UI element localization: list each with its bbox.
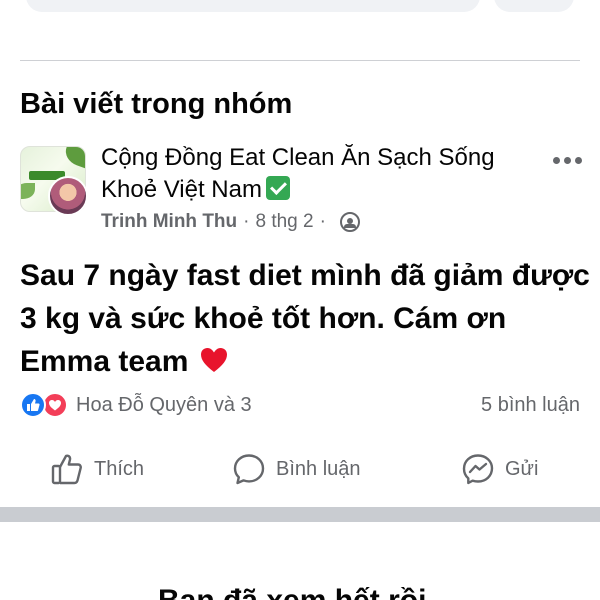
- divider: [20, 60, 580, 61]
- post-body: Sau 7 ngày fast diet mình đã giảm được 3…: [20, 254, 590, 383]
- like-button[interactable]: Thích: [50, 446, 144, 492]
- meta-separator: ·: [319, 211, 326, 232]
- post-body-text: Sau 7 ngày fast diet mình đã giảm được 3…: [20, 259, 590, 378]
- check-mark-icon: [265, 176, 290, 200]
- messenger-icon: [462, 454, 494, 485]
- more-options-icon[interactable]: [550, 150, 584, 170]
- next-section-title: Bạn đã xem hết rồi: [158, 584, 426, 600]
- meta-separator: ·: [243, 211, 250, 232]
- top-input-pill[interactable]: [26, 0, 480, 12]
- top-button-pill[interactable]: [494, 0, 574, 12]
- send-button[interactable]: Gửi: [461, 446, 538, 492]
- leaf-decoration: [62, 147, 85, 169]
- like-label: Thích: [94, 457, 145, 480]
- post-date[interactable]: 8 thg 2: [255, 211, 313, 233]
- reactions-summary[interactable]: Hoa Đỗ Quyên và 3: [20, 392, 252, 418]
- thumbs-up-icon: [51, 454, 82, 485]
- section-separator-band: [0, 507, 600, 522]
- comment-bubble-icon: [233, 454, 265, 485]
- group-name: Cộng Đồng Eat Clean Ăn Sạch Sống Khoẻ Vi…: [101, 144, 495, 203]
- comment-count[interactable]: 5 bình luận: [481, 394, 580, 417]
- section-title: Bài viết trong nhóm: [20, 88, 293, 120]
- author-avatar[interactable]: [48, 176, 88, 216]
- leaf-decoration: [21, 183, 35, 199]
- reactions-text: Hoa Đỗ Quyên và 3: [76, 393, 252, 416]
- comment-button[interactable]: Bình luận: [232, 446, 361, 492]
- author-name[interactable]: Trinh Minh Thu: [101, 211, 237, 233]
- post-actions: Thích Bình luận Gửi: [0, 446, 600, 492]
- group-name-link[interactable]: Cộng Đồng Eat Clean Ăn Sạch Sống Khoẻ Vi…: [101, 142, 521, 206]
- comment-label: Bình luận: [276, 457, 361, 480]
- red-heart-emoji: [199, 344, 229, 374]
- group-members-icon: [339, 212, 360, 232]
- post-meta: Trinh Minh Thu · 8 thg 2 ·: [101, 211, 360, 233]
- like-reaction-icon: [20, 392, 46, 418]
- send-label: Gửi: [505, 457, 539, 480]
